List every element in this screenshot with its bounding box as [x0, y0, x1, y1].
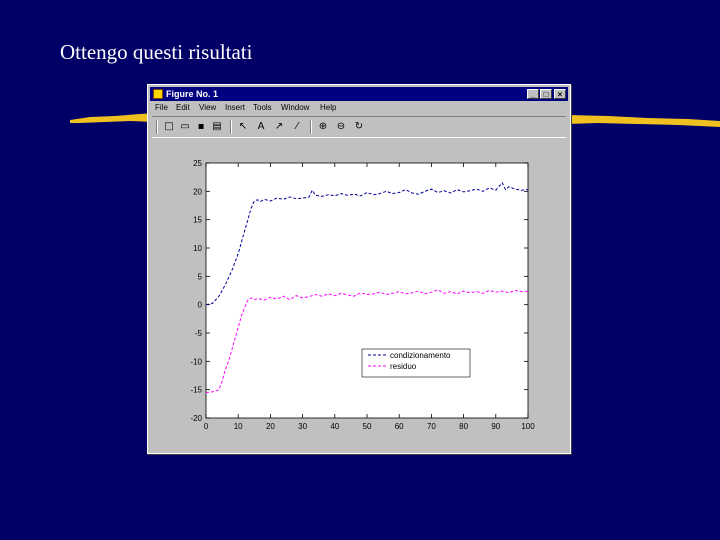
y-tick-label: 20 — [193, 187, 202, 196]
x-tick-label: 100 — [521, 422, 535, 431]
y-tick-label: 10 — [193, 244, 202, 253]
y-tick-label: 0 — [198, 301, 203, 310]
legend-label-2: residuo — [390, 362, 417, 371]
plot-axes[interactable]: 0 10 20 30 40 50 60 70 80 90 100 -20 -15 -10 -5 0 5 10 15 2… — [148, 85, 570, 453]
y-tick-label: -10 — [190, 357, 202, 366]
left-brush-stroke — [70, 113, 155, 123]
x-tick-label: 60 — [395, 422, 404, 431]
slide-title: Ottengo questi risultati — [60, 40, 253, 64]
x-tick-label: 50 — [363, 422, 372, 431]
y-tick-label: 5 — [198, 272, 203, 281]
x-tick-label: 90 — [491, 422, 500, 431]
y-tick-label: -15 — [190, 386, 202, 395]
x-tick-label: 70 — [427, 422, 436, 431]
y-tick-label: 15 — [193, 216, 202, 225]
right-brush-stroke — [568, 115, 720, 127]
x-tick-label: 40 — [330, 422, 339, 431]
x-tick-label: 0 — [204, 422, 209, 431]
x-tick-label: 80 — [459, 422, 468, 431]
legend-label-1: condizionamento — [390, 351, 451, 360]
figure-window: Figure No. 1 _ □ × File Edit View Insert… — [147, 84, 571, 454]
y-tick-label: 25 — [193, 159, 202, 168]
y-tick-label: -5 — [195, 329, 203, 338]
x-tick-label: 20 — [266, 422, 275, 431]
y-tick-label: -20 — [190, 414, 202, 423]
x-tick-label: 10 — [234, 422, 243, 431]
x-tick-label: 30 — [298, 422, 307, 431]
